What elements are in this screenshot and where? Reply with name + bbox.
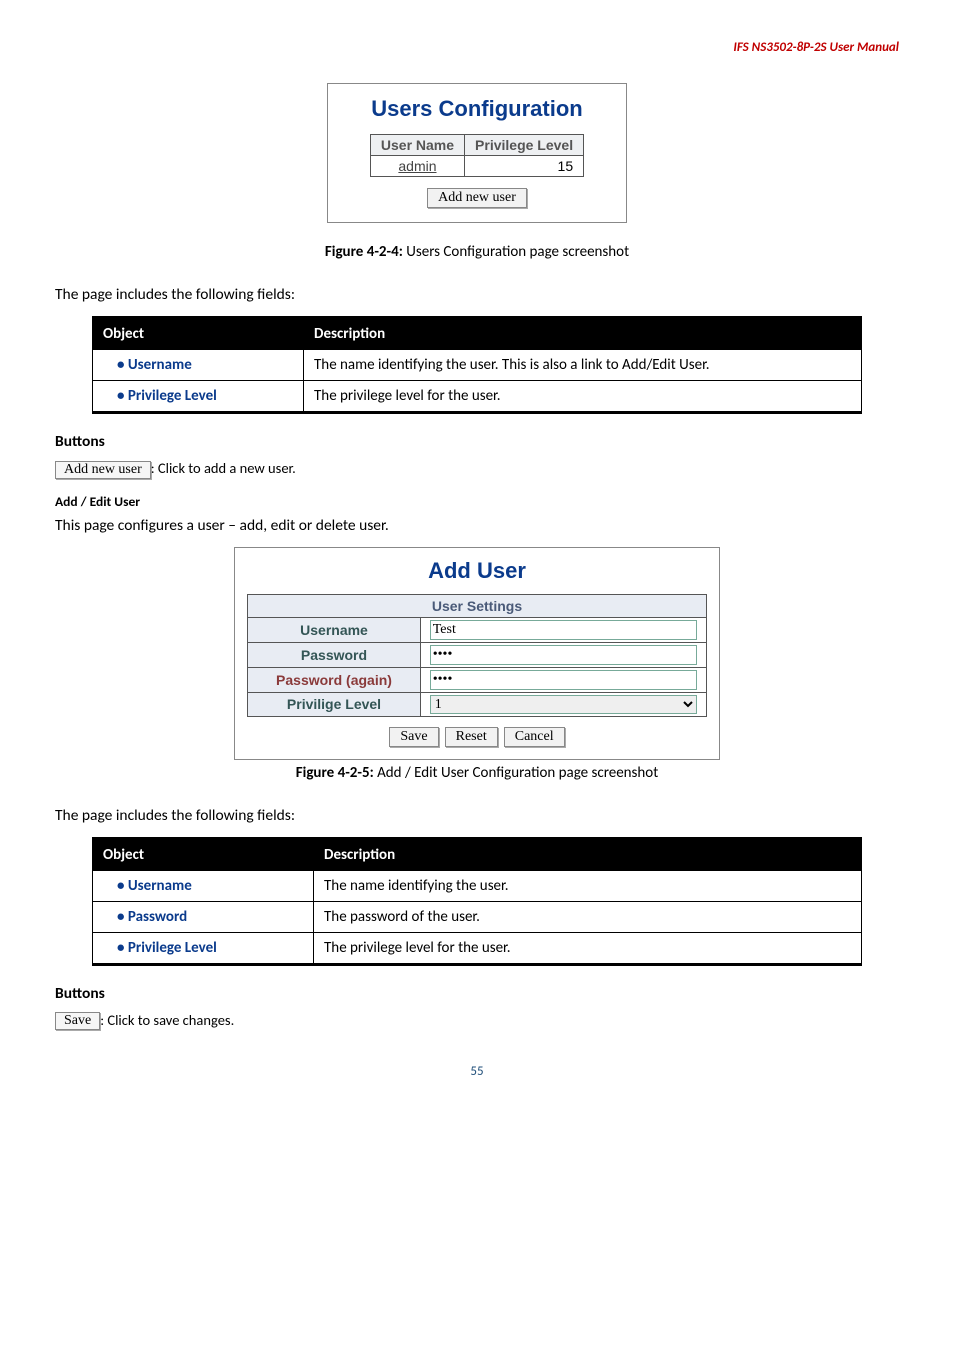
col-privlevel: Privilege Level: [465, 135, 584, 156]
desc2-username: The name identifying the user.: [314, 870, 862, 901]
figure-4-2-5-caption: Figure 4-2-5: Add / Edit User Configurat…: [55, 764, 899, 782]
add-new-user-desc: : Click to add a new user.: [151, 459, 296, 477]
add-new-user-button[interactable]: Add new user: [427, 188, 527, 208]
reset-button[interactable]: Reset: [445, 727, 498, 747]
add-user-panel: Add User User Settings Username Password…: [234, 547, 720, 760]
save-button[interactable]: Save: [389, 727, 438, 747]
label-username: Username: [248, 617, 421, 642]
password-field[interactable]: [430, 645, 698, 665]
col-username: User Name: [370, 135, 464, 156]
save-desc: : Click to save changes.: [100, 1011, 234, 1029]
add-edit-user-heading: Add / Edit User: [55, 493, 899, 510]
desc2-password: The password of the user.: [314, 901, 862, 932]
obj-header: Object: [93, 318, 304, 350]
obj2-password: Password: [93, 901, 314, 932]
password-again-field[interactable]: [430, 670, 698, 690]
includes-fields-1: The page includes the following fields:: [55, 285, 899, 304]
user-admin-level: 15: [465, 156, 584, 177]
save-inline-button[interactable]: Save: [55, 1012, 100, 1030]
desc2-privlevel: The privilege level for the user.: [314, 932, 862, 964]
user-settings-section: User Settings: [248, 594, 707, 617]
object-table-2: Object Description Username The name ide…: [92, 837, 862, 966]
figure-4-2-4-caption: Figure 4-2-4: Users Configuration page s…: [55, 243, 899, 261]
username-field[interactable]: [430, 620, 698, 640]
obj-privlevel: Privilege Level: [93, 381, 304, 413]
label-priv-level: Privilige Level: [248, 692, 421, 716]
add-edit-intro: This page configures a user – add, edit …: [55, 516, 899, 535]
users-config-title: Users Configuration: [342, 96, 612, 122]
label-password-again: Password (again): [248, 667, 421, 692]
users-config-table: User Name Privilege Level admin 15: [370, 134, 584, 177]
label-password: Password: [248, 642, 421, 667]
doc-header: IFS NS3502-8P-2S User Manual: [55, 40, 899, 55]
add-user-title: Add User: [247, 558, 707, 584]
desc-privlevel: The privilege level for the user.: [304, 381, 862, 413]
cancel-button[interactable]: Cancel: [504, 727, 565, 747]
obj-username: Username: [93, 350, 304, 381]
desc-username: The name identifying the user. This is a…: [304, 350, 862, 381]
desc-header-2: Description: [314, 838, 862, 870]
obj-header-2: Object: [93, 838, 314, 870]
figure-4-2-4-prefix: Figure 4-2-4:: [325, 243, 403, 261]
includes-fields-2: The page includes the following fields:: [55, 806, 899, 825]
buttons-heading-1: Buttons: [55, 432, 899, 451]
desc-header: Description: [304, 318, 862, 350]
page-number: 55: [55, 1064, 899, 1079]
priv-level-select[interactable]: 1: [430, 695, 698, 714]
obj2-privlevel: Privilege Level: [93, 932, 314, 964]
figure-4-2-5-prefix: Figure 4-2-5:: [296, 764, 374, 782]
object-table-1: Object Description Username The name ide…: [92, 316, 862, 414]
users-config-panel: Users Configuration User Name Privilege …: [327, 83, 627, 223]
add-new-user-inline-button[interactable]: Add new user: [55, 461, 151, 479]
user-admin-link[interactable]: admin: [398, 158, 436, 174]
obj2-username: Username: [93, 870, 314, 901]
buttons-heading-2: Buttons: [55, 984, 899, 1003]
